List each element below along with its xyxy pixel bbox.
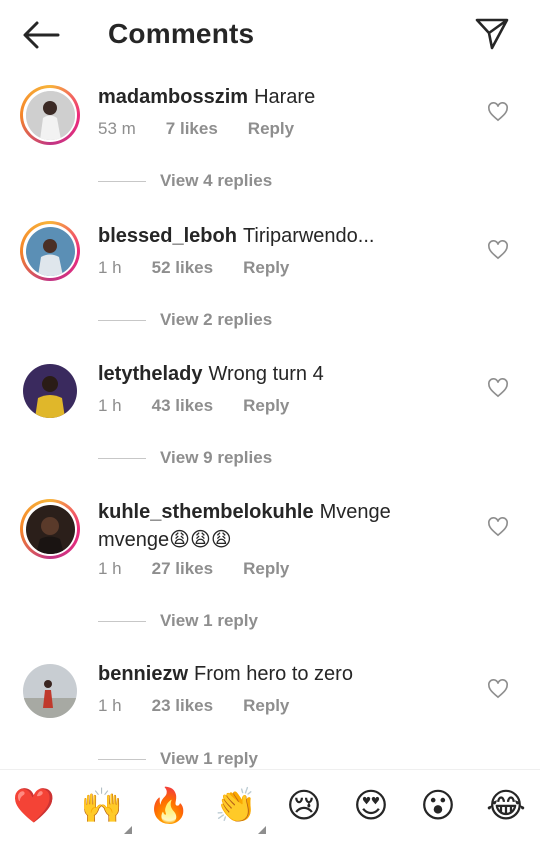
view-replies-button[interactable]: View 2 replies bbox=[98, 310, 272, 330]
comment-meta: 1 h 23 likes Reply bbox=[98, 696, 319, 716]
likes-count[interactable]: 52 likes bbox=[152, 258, 213, 278]
comment-meta: 1 h 43 likes Reply bbox=[98, 396, 319, 416]
reply-button[interactable]: Reply bbox=[243, 559, 289, 579]
comment-text: madambosszim Harare bbox=[98, 83, 478, 111]
clapping-hands-emoji-button[interactable]: 👏 bbox=[214, 784, 266, 834]
view-replies-button[interactable]: View 1 reply bbox=[98, 611, 258, 631]
reply-button[interactable]: Reply bbox=[243, 696, 289, 716]
view-replies-label: View 9 replies bbox=[160, 448, 273, 467]
page-title: Comments bbox=[108, 18, 255, 49]
reply-button[interactable]: Reply bbox=[243, 258, 289, 278]
reply-button[interactable]: Reply bbox=[248, 119, 294, 139]
comment-username[interactable]: blessed_leboh bbox=[98, 225, 237, 247]
raising-hands-emoji-button[interactable]: 🙌 bbox=[80, 784, 132, 834]
heart-icon[interactable] bbox=[487, 517, 509, 537]
view-replies-label: View 2 replies bbox=[160, 310, 273, 329]
heart-icon[interactable] bbox=[487, 378, 509, 398]
heart-eyes-emoji-button[interactable]: 😍 bbox=[349, 784, 393, 828]
comment-time: 1 h bbox=[98, 396, 122, 415]
comment-text: kuhle_sthembelokuhle Mvenge mvenge😩😩😩 bbox=[98, 498, 428, 554]
comment-username[interactable]: letythelady bbox=[98, 363, 202, 385]
clapping-hands-emoji: 👏 bbox=[214, 786, 258, 826]
comment-username[interactable]: benniezw bbox=[98, 663, 188, 685]
heart-icon[interactable] bbox=[487, 102, 509, 122]
fire-emoji-button[interactable]: 🔥 bbox=[147, 784, 191, 828]
view-replies-button[interactable]: View 1 reply bbox=[98, 749, 258, 769]
likes-count[interactable]: 7 likes bbox=[166, 119, 218, 139]
likes-count[interactable]: 27 likes bbox=[152, 559, 213, 579]
comment-text: benniezw From hero to zero bbox=[98, 660, 478, 688]
comment-time: 1 h bbox=[98, 258, 122, 277]
comment-username[interactable]: madambosszim bbox=[98, 86, 248, 108]
heart-icon[interactable] bbox=[487, 240, 509, 260]
send-icon[interactable] bbox=[474, 16, 510, 52]
avatar[interactable] bbox=[20, 661, 80, 721]
tears-of-joy-emoji-button[interactable]: 😂 bbox=[484, 784, 528, 828]
avatar[interactable] bbox=[20, 85, 80, 145]
comment-body: Tiriparwendo... bbox=[242, 225, 375, 247]
surprised-face-emoji-button[interactable]: 😮 bbox=[416, 784, 460, 828]
raising-hands-emoji: 🙌 bbox=[80, 786, 124, 826]
back-arrow-icon[interactable] bbox=[22, 20, 60, 50]
comment-body: From hero to zero bbox=[194, 663, 353, 685]
heart-icon[interactable] bbox=[487, 679, 509, 699]
likes-count[interactable]: 23 likes bbox=[152, 696, 213, 716]
comment-time: 1 h bbox=[98, 559, 122, 578]
view-replies-label: View 1 reply bbox=[160, 749, 258, 768]
view-replies-button[interactable]: View 4 replies bbox=[98, 171, 272, 191]
comment-text: letythelady Wrong turn 4 bbox=[98, 360, 478, 388]
avatar[interactable] bbox=[20, 361, 80, 421]
comment-time: 53 m bbox=[98, 119, 136, 138]
comment-text: blessed_leboh Tiriparwendo... bbox=[98, 222, 478, 250]
avatar[interactable] bbox=[20, 499, 80, 559]
crying-face-emoji-button[interactable]: 😢 bbox=[282, 784, 326, 828]
header: Comments bbox=[0, 0, 540, 72]
avatar[interactable] bbox=[20, 221, 80, 281]
reply-button[interactable]: Reply bbox=[243, 396, 289, 416]
comment-meta: 53 m 7 likes Reply bbox=[98, 119, 324, 139]
view-replies-label: View 4 replies bbox=[160, 171, 273, 190]
emoji-reaction-bar: ❤️ 🙌 🔥 👏 😢 😍 😮 😂 bbox=[0, 769, 540, 849]
comment-body: Wrong turn 4 bbox=[208, 363, 324, 385]
comment-body: Harare bbox=[254, 86, 316, 108]
view-replies-button[interactable]: View 9 replies bbox=[98, 448, 272, 468]
likes-count[interactable]: 43 likes bbox=[152, 396, 213, 416]
skin-tone-indicator-icon bbox=[124, 826, 132, 834]
comment-username[interactable]: kuhle_sthembelokuhle bbox=[98, 501, 314, 523]
comment-time: 1 h bbox=[98, 696, 122, 715]
comment-meta: 1 h 52 likes Reply bbox=[98, 258, 319, 278]
skin-tone-indicator-icon bbox=[258, 826, 266, 834]
red-heart-emoji-button[interactable]: ❤️ bbox=[12, 784, 56, 828]
view-replies-label: View 1 reply bbox=[160, 611, 258, 630]
comment-meta: 1 h 27 likes Reply bbox=[98, 559, 319, 579]
